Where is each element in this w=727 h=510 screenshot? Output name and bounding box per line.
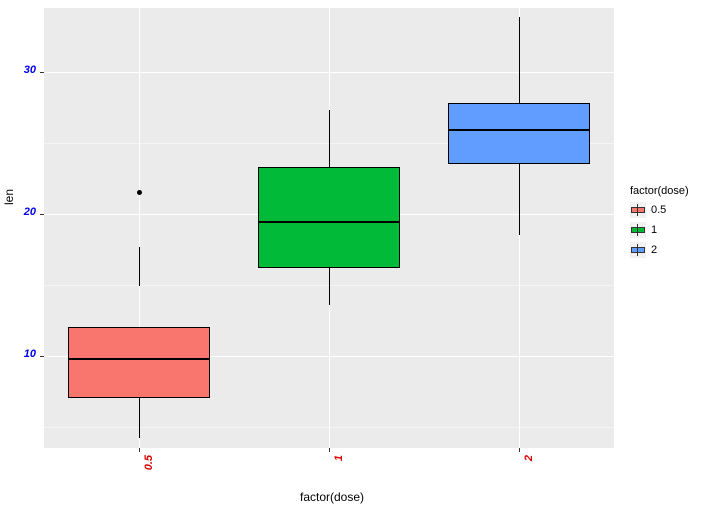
whisker [139, 247, 140, 287]
y-tick [40, 356, 44, 357]
y-tick [40, 72, 44, 73]
x-tick [139, 448, 140, 452]
whisker [519, 17, 520, 104]
legend-item: 0.5 [630, 201, 689, 219]
y-axis-title: len [2, 189, 16, 205]
whisker [139, 398, 140, 438]
whisker [329, 110, 330, 167]
legend-label: 0.5 [651, 204, 666, 216]
x-tick-label: 2 [523, 455, 535, 485]
legend-key-icon [630, 222, 646, 238]
x-axis-title: factor(dose) [300, 490, 364, 504]
median-2 [448, 129, 590, 131]
box-1 [258, 167, 400, 268]
box-0.5 [68, 327, 210, 398]
boxplot-figure: 10 20 30 0.5 1 2 len factor(dose) factor… [0, 0, 727, 510]
legend: factor(dose) 0.5 1 2 [630, 185, 689, 261]
whisker [519, 164, 520, 235]
median-0.5 [68, 358, 210, 360]
legend-item: 1 [630, 221, 689, 239]
y-tick-label: 20 [10, 206, 36, 218]
box-2 [448, 103, 590, 164]
legend-key-icon [630, 202, 646, 218]
whisker [329, 268, 330, 305]
x-tick [519, 448, 520, 452]
legend-label: 2 [651, 244, 657, 256]
y-tick-label: 10 [10, 348, 36, 360]
legend-key-icon [630, 242, 646, 258]
legend-label: 1 [651, 224, 657, 236]
x-tick-label: 1 [333, 455, 345, 485]
plot-panel [44, 8, 614, 448]
median-1 [258, 221, 400, 223]
x-tick-label: 0.5 [143, 455, 155, 485]
legend-title: factor(dose) [630, 185, 689, 197]
outlier [137, 190, 142, 195]
y-tick-label: 30 [10, 64, 36, 76]
y-tick [40, 214, 44, 215]
legend-item: 2 [630, 241, 689, 259]
x-tick [329, 448, 330, 452]
